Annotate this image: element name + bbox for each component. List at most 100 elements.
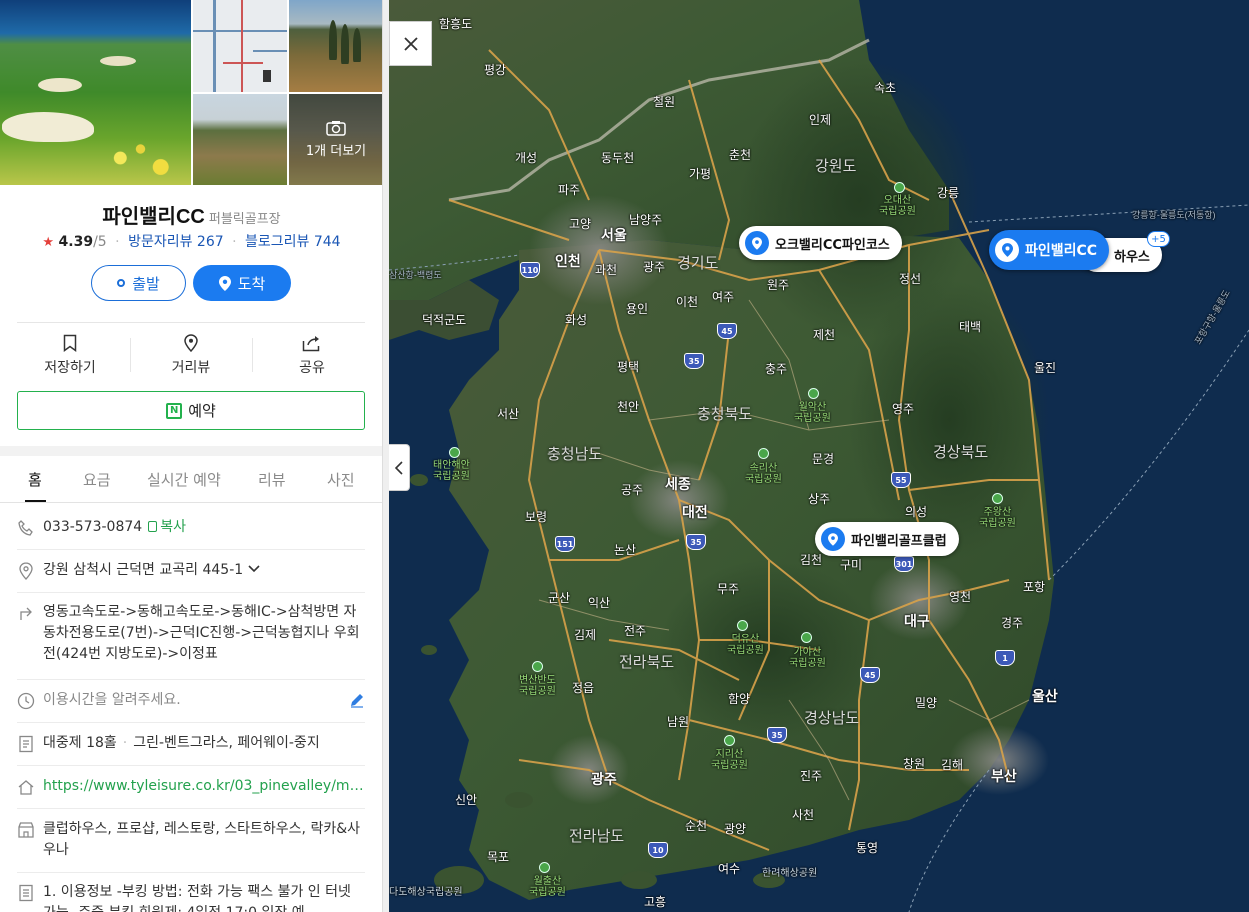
city-label: 창원 <box>903 757 926 771</box>
tab-realtime-booking[interactable]: 실시간 예약 <box>147 469 221 490</box>
city-label: 제천 <box>813 328 836 342</box>
province-label: 경상북도 <box>933 444 989 461</box>
park-label: 변산반도 국립공원 <box>519 675 556 697</box>
map-marker-pinevalley-golfclub[interactable]: 파인밸리골프클럽 <box>815 522 959 556</box>
city-label: 영천 <box>949 590 972 604</box>
reserve-button[interactable]: N 예약 <box>17 391 365 430</box>
city-label: 전주 <box>624 624 647 638</box>
hours-row[interactable]: 이용시간을 알려주세요. <box>17 690 365 712</box>
city-label: 통영 <box>856 841 879 855</box>
city-label: 목포 <box>487 850 510 864</box>
city-label: 강릉 <box>937 186 960 200</box>
city-label: 함흥도 <box>439 17 473 31</box>
streetview-label: 거리뷰 <box>171 360 211 376</box>
collapse-panel-button[interactable] <box>389 444 410 491</box>
city-label: 울진 <box>1034 361 1057 375</box>
rating-row: ★ 4.39/5 · 방문자리뷰 267 · 블로그리뷰 744 <box>42 234 341 250</box>
highway-shield: 35 <box>686 534 706 550</box>
home-icon <box>18 780 34 795</box>
copy-phone-button[interactable]: 복사 <box>148 519 186 535</box>
route-arrive-button[interactable]: 도착 <box>193 265 291 301</box>
share-button[interactable]: 공유 <box>257 334 367 377</box>
city-label: 여수 <box>718 862 741 876</box>
chevron-down-icon[interactable] <box>248 564 260 574</box>
park-icon <box>992 493 1003 504</box>
city-label: 동두천 <box>601 151 635 165</box>
website-link[interactable]: https://www.tyleisure.co.kr/03_pinevalle… <box>43 776 365 797</box>
city-label: 화성 <box>565 313 588 327</box>
city-label: 경주 <box>1001 616 1024 630</box>
city-label: 천안 <box>617 400 640 414</box>
city-label: 속초 <box>874 81 897 95</box>
streetview-button[interactable]: 거리뷰 <box>136 334 246 377</box>
sea-route-label: 강릉항-울릉도(저동항) <box>1132 210 1216 220</box>
address-text: 강원 삼척시 근덕면 교곡리 445-1 <box>43 562 244 578</box>
park-label: 속리산 국립공원 <box>745 463 782 485</box>
park-icon <box>532 661 543 672</box>
rating-score: 4.39 <box>58 234 94 250</box>
city-label: 평택 <box>617 360 640 374</box>
highway-shield: 35 <box>767 727 787 743</box>
tab-photos[interactable]: 사진 <box>327 469 355 490</box>
city-label: 군산 <box>548 591 571 605</box>
photo-gallery: 1개 더보기 <box>0 0 382 185</box>
address-row[interactable]: 강원 삼척시 근덕면 교곡리 445-1 <box>17 560 365 582</box>
close-icon <box>403 36 418 51</box>
city-label: 춘천 <box>729 148 752 162</box>
city-label: 태백 <box>959 320 982 334</box>
streetview-pin-icon <box>184 334 198 352</box>
city-label: 고흥 <box>644 895 667 909</box>
course-info-row: 대중제 18홀 · 그린-벤트그라스, 페어웨이-중지 <box>17 733 365 755</box>
phone-icon <box>18 520 33 536</box>
phone-number[interactable]: 033-573-0874 <box>43 519 142 535</box>
hours-prompt: 이용시간을 알려주세요. <box>43 692 181 708</box>
city-label: 공주 <box>621 483 644 497</box>
route-start-button[interactable]: 출발 <box>91 265 186 301</box>
tab-reviews[interactable]: 리뷰 <box>258 469 286 490</box>
more-photos-label: 1개 더보기 <box>305 144 367 159</box>
star-icon: ★ <box>42 235 55 250</box>
blog-reviews-link[interactable]: 블로그리뷰 744 <box>245 234 341 250</box>
course-photo[interactable] <box>193 94 287 185</box>
highway-shield: 151 <box>555 536 575 552</box>
location-icon <box>19 562 33 580</box>
cluster-count-badge[interactable]: +5 <box>1147 231 1170 247</box>
location-map-photo[interactable] <box>193 0 287 92</box>
city-label: 대구 <box>904 613 930 629</box>
city-label: 광양 <box>724 822 747 836</box>
highway-shield: 35 <box>684 353 704 369</box>
province-label: 전라남도 <box>569 828 625 845</box>
copy-icon <box>148 521 158 532</box>
save-button[interactable]: 저장하기 <box>15 334 125 377</box>
close-panel-button[interactable] <box>389 21 432 66</box>
city-label: 김해 <box>941 758 964 772</box>
city-label: 사천 <box>792 808 815 822</box>
map-marker-pinevalley-selected[interactable]: 파인밸리CC <box>989 230 1110 270</box>
edit-pencil-icon[interactable] <box>349 692 365 708</box>
tab-home[interactable]: 홈 <box>28 469 42 490</box>
bookmark-icon <box>63 334 77 352</box>
chevron-left-icon <box>395 460 403 475</box>
city-label: 익산 <box>588 596 611 610</box>
city-label: 철원 <box>653 95 676 109</box>
route-start-label: 출발 <box>132 274 160 293</box>
location-pin-icon <box>218 275 231 291</box>
city-label: 광주 <box>643 260 666 274</box>
more-photos-button[interactable]: 1개 더보기 <box>289 94 382 185</box>
satellite-map[interactable]: 강원도 경기도 충청북도 충청남도 경상북도 전라북도 경상남도 전라남도 서울… <box>389 0 1249 912</box>
tab-price[interactable]: 요금 <box>83 469 111 490</box>
city-label: 부산 <box>991 768 1017 784</box>
city-label: 진주 <box>800 769 823 783</box>
course-photo[interactable] <box>289 0 382 92</box>
directions-icon <box>20 607 32 620</box>
sea-route-label: 삼산항-백령도 <box>389 270 442 280</box>
main-photo[interactable] <box>0 0 191 185</box>
city-label: 신안 <box>455 793 478 807</box>
map-marker-oakvalley[interactable]: 오크밸리CC파인코스 <box>739 226 902 260</box>
park-label: 다도해상국립공원 <box>389 887 463 898</box>
park-label: 지리산 국립공원 <box>711 749 748 771</box>
visitor-reviews-link[interactable]: 방문자리뷰 267 <box>128 234 224 250</box>
clock-icon <box>17 692 35 710</box>
city-label: 상주 <box>808 492 831 506</box>
city-label: 포항 <box>1023 580 1046 594</box>
